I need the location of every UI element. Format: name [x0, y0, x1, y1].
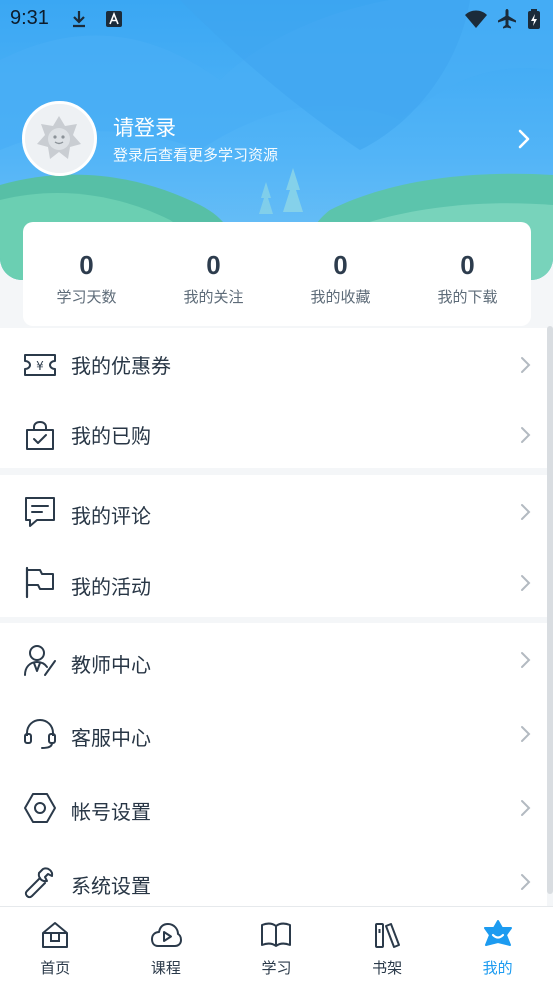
scrollbar[interactable] — [547, 326, 553, 894]
tab-home[interactable]: 首页 — [0, 907, 111, 984]
login-subtitle: 登录后查看更多学习资源 — [113, 146, 279, 164]
bottom-tab-bar: 首页 课程 学习 书架 我的 — [0, 906, 553, 984]
stat-following[interactable]: 0 我的关注 — [150, 222, 277, 326]
home-icon — [42, 922, 69, 948]
menu-group-activity: 我的评论 我的活动 — [0, 475, 547, 617]
coupon-icon: ¥ — [24, 354, 56, 376]
download-icon — [73, 11, 85, 28]
login-title: 请登录 — [113, 116, 176, 140]
stat-favorites[interactable]: 0 我的收藏 — [277, 222, 404, 326]
status-bar: 9:31 — [0, 0, 553, 38]
headset-icon — [24, 718, 56, 749]
stat-value: 0 — [333, 250, 348, 280]
menu-item-account-settings[interactable]: 帐号设置 — [0, 771, 547, 845]
tab-label: 首页 — [40, 959, 71, 977]
tab-label: 课程 — [150, 959, 181, 977]
hexagon-settings-icon — [24, 793, 56, 823]
chevron-right-icon — [521, 357, 531, 373]
chevron-right-icon — [521, 874, 531, 890]
menu-label: 我的活动 — [71, 575, 151, 599]
tab-label: 书架 — [372, 959, 403, 977]
menu-label: 我的已购 — [71, 424, 151, 448]
menu-item-coupons[interactable]: ¥ 我的优惠券 — [0, 328, 547, 400]
stat-label: 学习天数 — [56, 288, 117, 306]
stat-label: 我的下载 — [437, 288, 498, 306]
tab-bookshelf[interactable]: 书架 — [332, 907, 443, 984]
default-avatar-icon — [25, 104, 94, 173]
wifi-icon — [465, 10, 487, 28]
chevron-right-icon — [521, 800, 531, 816]
menu-label: 我的评论 — [71, 504, 151, 528]
menu-item-purchased[interactable]: 我的已购 — [0, 400, 547, 472]
stat-label: 我的关注 — [183, 288, 244, 306]
menu-label: 帐号设置 — [71, 800, 151, 824]
stat-label: 我的收藏 — [310, 288, 371, 306]
menu-item-events[interactable]: 我的活动 — [0, 547, 547, 619]
tab-label: 我的 — [482, 959, 513, 977]
teacher-icon — [24, 645, 56, 676]
menu-label: 客服中心 — [71, 726, 151, 750]
comment-icon — [25, 497, 55, 527]
battery-charging-icon — [528, 9, 540, 29]
stats-card: 0 学习天数 0 我的关注 0 我的收藏 0 我的下载 — [23, 222, 531, 326]
chevron-right-icon — [521, 504, 531, 520]
book-open-icon — [261, 922, 292, 947]
stat-study-days[interactable]: 0 学习天数 — [23, 222, 150, 326]
menu-group-services: 教师中心 客服中心 帐号设置 系统设置 — [0, 623, 547, 906]
chevron-right-icon[interactable] — [516, 128, 532, 150]
stat-value: 0 — [206, 250, 221, 280]
menu-item-customer-service[interactable]: 客服中心 — [0, 697, 547, 771]
menu-label: 教师中心 — [71, 653, 151, 677]
stat-value: 0 — [460, 250, 475, 280]
chevron-right-icon — [521, 427, 531, 443]
avatar[interactable] — [22, 101, 97, 176]
play-cloud-icon — [150, 923, 182, 947]
profile-star-icon — [483, 920, 512, 946]
stat-value: 0 — [79, 250, 94, 280]
stat-downloads[interactable]: 0 我的下载 — [404, 222, 531, 326]
tab-label: 学习 — [261, 959, 292, 977]
flag-icon — [25, 566, 54, 599]
menu-label: 系统设置 — [71, 874, 151, 898]
tab-study[interactable]: 学习 — [221, 907, 332, 984]
login-prompt[interactable]: 请登录 登录后查看更多学习资源 — [22, 101, 532, 177]
airplane-icon — [498, 9, 516, 29]
menu-item-system-settings[interactable]: 系统设置 — [0, 845, 547, 906]
menu-item-teacher-center[interactable]: 教师中心 — [0, 623, 547, 697]
menu-group-purchases: ¥ 我的优惠券 我的已购 — [0, 328, 547, 468]
chevron-right-icon — [521, 575, 531, 591]
font-a-icon — [106, 11, 122, 27]
menu-item-comments[interactable]: 我的评论 — [0, 475, 547, 547]
status-time: 9:31 — [10, 7, 49, 29]
bookshelf-icon — [375, 923, 401, 948]
menu-label: 我的优惠券 — [71, 354, 171, 378]
chevron-right-icon — [521, 652, 531, 668]
tab-courses[interactable]: 课程 — [111, 907, 222, 984]
shopping-bag-icon — [26, 420, 54, 450]
tab-mine[interactable]: 我的 — [442, 907, 553, 984]
svg-text:¥: ¥ — [36, 359, 44, 373]
chevron-right-icon — [521, 726, 531, 742]
wrench-icon — [24, 867, 54, 899]
